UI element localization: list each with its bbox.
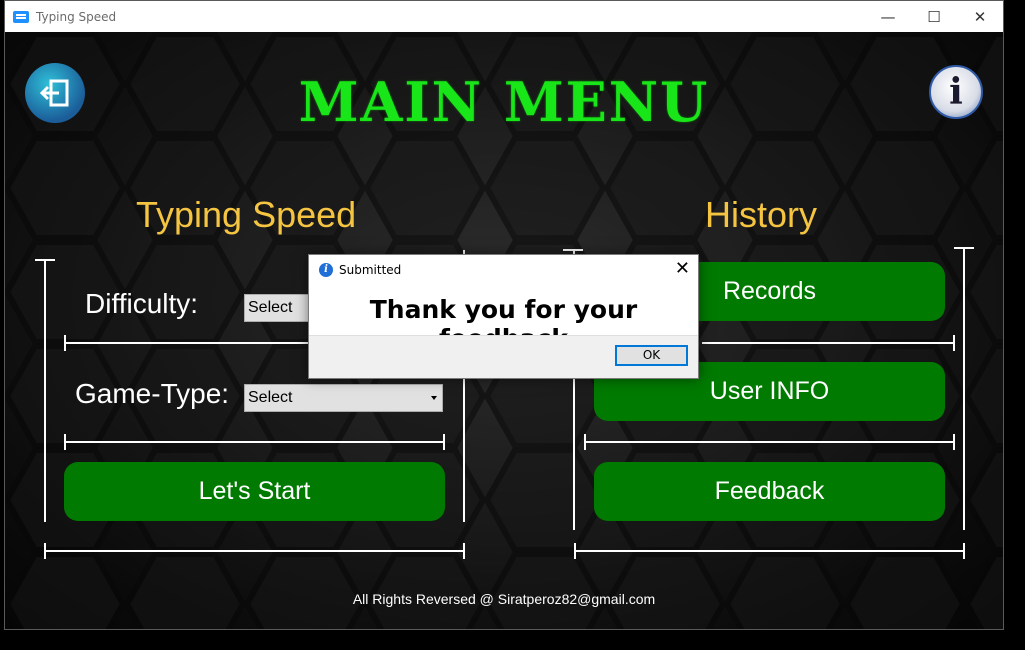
frame-bottom-line: [44, 550, 465, 552]
footer-text: All Rights Reversed @ Siratperoz82@gmail…: [352, 591, 656, 607]
divider-line: [584, 441, 955, 443]
close-button[interactable]: ✕: [957, 1, 1003, 32]
difficulty-value: Select: [248, 299, 293, 316]
window-controls: — ☐ ✕: [865, 1, 1003, 32]
frame-tick: [463, 543, 465, 559]
typing-speed-heading: Typing Speed: [136, 194, 357, 235]
dialog-title: Submitted: [339, 263, 402, 277]
divider-tick: [584, 434, 586, 450]
frame-line: [44, 260, 46, 522]
minimize-button[interactable]: —: [865, 1, 911, 32]
game-type-value: Select: [248, 389, 293, 406]
info-button[interactable]: i: [929, 65, 983, 119]
title-bar: Typing Speed — ☐ ✕: [5, 1, 1003, 32]
window-title: Typing Speed: [36, 9, 117, 24]
dialog-footer: OK: [309, 335, 698, 378]
info-icon: i: [319, 263, 333, 277]
game-type-select[interactable]: Select: [244, 384, 443, 412]
info-icon: i: [949, 71, 963, 113]
divider-line: [64, 441, 445, 443]
start-button[interactable]: Let's Start: [64, 462, 445, 521]
frame-bottom-line: [574, 550, 965, 552]
frame-tick: [574, 543, 576, 559]
feedback-button[interactable]: Feedback: [594, 462, 945, 521]
dialog-close-button[interactable]: ✕: [675, 258, 690, 279]
page-title: MAIN MENU: [298, 70, 710, 134]
frame-tick: [44, 543, 46, 559]
game-type-label: Game-Type:: [75, 378, 230, 409]
keyboard-icon: [13, 10, 29, 23]
dropdown-arrow-icon: [431, 396, 437, 400]
divider-tick: [64, 434, 66, 450]
divider-tick: [953, 434, 955, 450]
divider-tick: [64, 335, 66, 351]
history-heading: History: [705, 194, 818, 235]
divider-tick: [443, 434, 445, 450]
submitted-dialog: i Submitted ✕ Thank you for your feedbac…: [308, 254, 699, 379]
frame-tick: [963, 543, 965, 559]
ok-button[interactable]: OK: [615, 345, 688, 366]
divider-line: [702, 342, 955, 344]
maximize-button[interactable]: ☐: [911, 1, 957, 32]
difficulty-label: Difficulty:: [85, 288, 199, 319]
frame-line: [963, 248, 965, 530]
